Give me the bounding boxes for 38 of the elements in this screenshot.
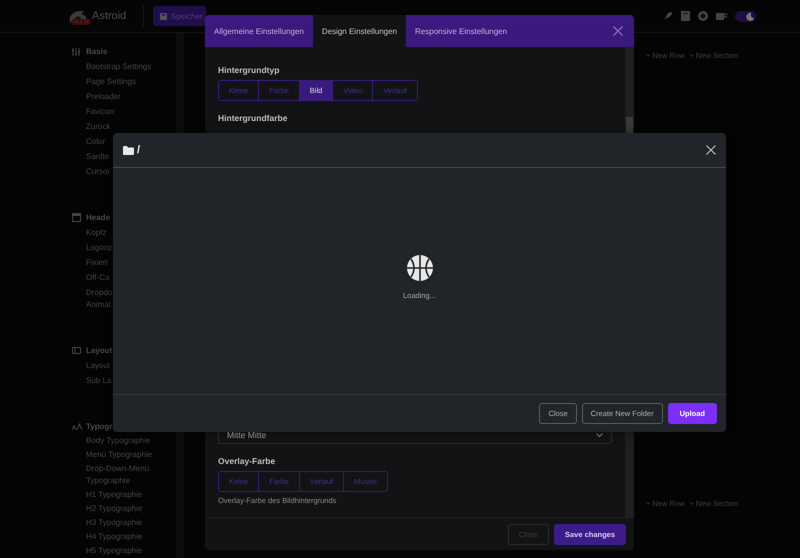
chevron-down-icon: [596, 432, 603, 436]
section-title: Typogr: [86, 422, 113, 431]
sidebar-item[interactable]: H3 Typographie: [72, 516, 158, 530]
sidebar-item[interactable]: Zurück: [72, 119, 158, 134]
spinner-icon: [406, 254, 432, 280]
tab[interactable]: Allgemeine Einstellungen: [205, 15, 313, 47]
close-icon[interactable]: [613, 26, 623, 36]
sidebar-item[interactable]: Drop-Down-Menü Typographie: [72, 462, 158, 488]
font-size-icon: [72, 423, 82, 430]
folder-icon: [123, 146, 134, 154]
sidebar-item[interactable]: H5 Typographie: [72, 544, 158, 558]
section-title: Heade: [86, 213, 110, 222]
sliders-icon: [72, 48, 82, 56]
folder-path: /: [137, 144, 140, 156]
sidebar-item[interactable]: Page Settings: [72, 74, 158, 89]
logo-text: Astroid: [92, 10, 126, 22]
sidebar-item[interactable]: Menü Typographie: [72, 448, 158, 462]
field-label: Hintergrundfarbe: [218, 113, 288, 123]
section-title: Basis: [86, 47, 108, 56]
theme-toggle[interactable]: [735, 10, 756, 22]
sidebar-item[interactable]: H4 Typographie: [72, 530, 158, 544]
sidebar-item[interactable]: Favicon: [72, 104, 158, 119]
sidebar-item[interactable]: H2 Typographie: [72, 502, 158, 516]
moon-icon: [746, 12, 755, 20]
header-icon: [72, 213, 82, 222]
section-title: Layout: [86, 346, 112, 355]
field-label: Hintergrundtyp: [218, 65, 280, 75]
sidebar-item[interactable]: H1 Typographie: [72, 488, 158, 502]
close-icon[interactable]: [706, 145, 716, 155]
cup-icon[interactable]: [716, 12, 727, 20]
book-icon[interactable]: [681, 11, 690, 21]
sidebar-item[interactable]: Preloader: [72, 89, 158, 104]
field-label: Overlay-Farbe: [218, 456, 276, 466]
tab[interactable]: Design Einstellungen: [312, 15, 406, 47]
tab[interactable]: Responsive Einstellungen: [406, 15, 516, 47]
sidebar-item[interactable]: Body Typographie: [72, 434, 158, 448]
layout-icon: [72, 347, 82, 354]
sidebar-item[interactable]: Bootstrap Settings: [72, 59, 158, 74]
